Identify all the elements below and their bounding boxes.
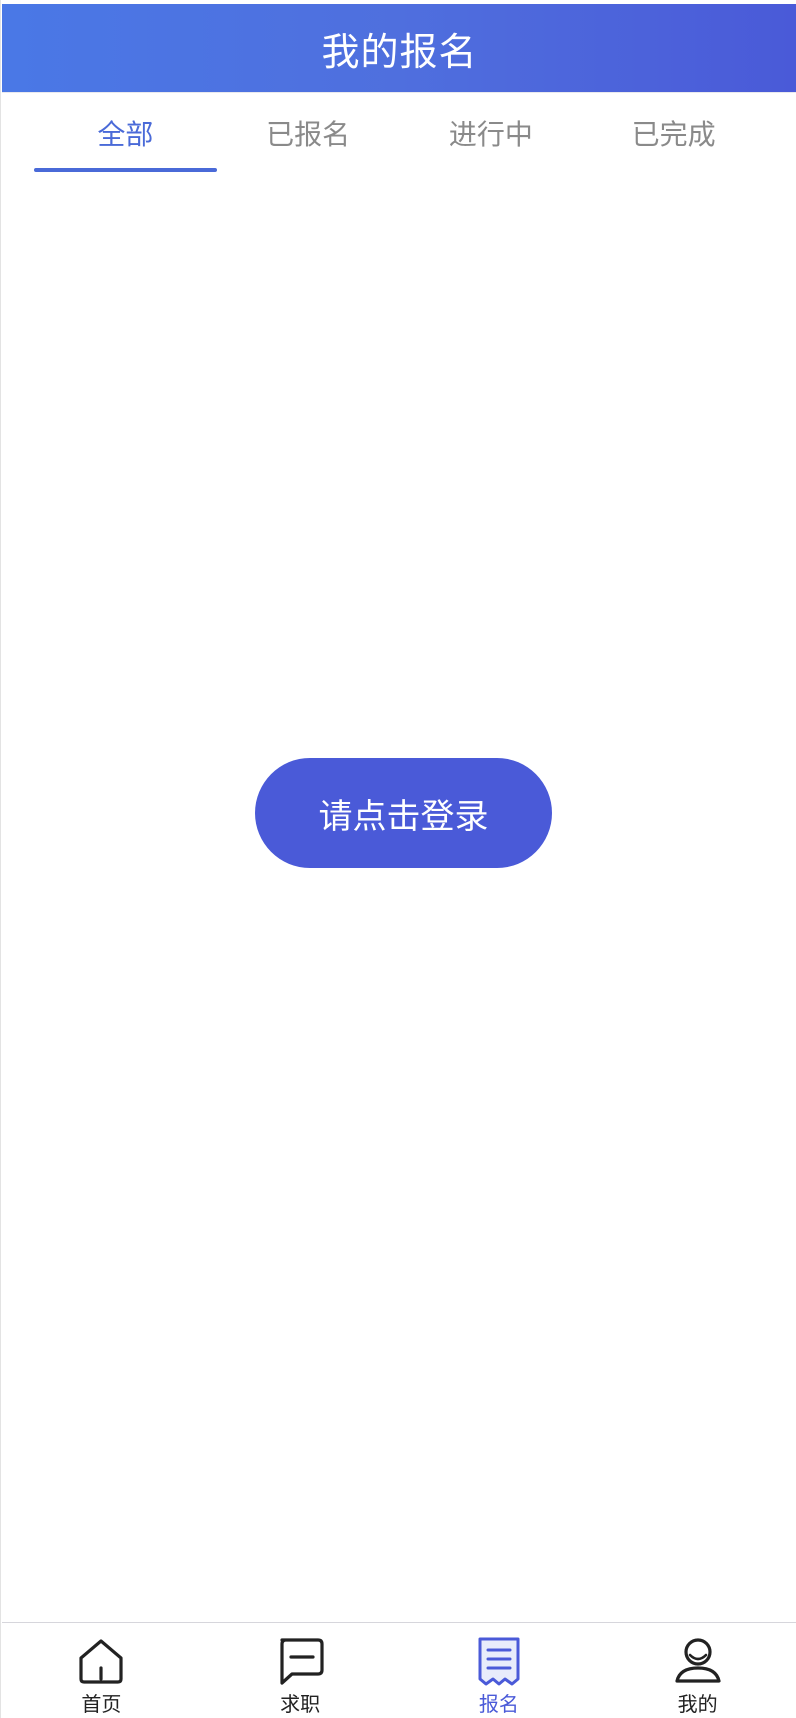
- tabbar-item-home[interactable]: 首页: [2, 1623, 201, 1718]
- tabbar-label-signup: 报名: [478, 1692, 519, 1716]
- status-tabs: 全部 已报名 进行中 已完成: [2, 92, 796, 172]
- page-title: 我的报名: [321, 29, 478, 74]
- app-root: 我的报名 全部 已报名 进行中 已完成 请点击登录 首页 求职 报名 我的: [0, 0, 796, 1718]
- tabbar-label-home: 首页: [81, 1692, 122, 1716]
- bottom-tab-bar: 首页 求职 报名 我的: [2, 1622, 796, 1718]
- tabbar-item-jobs[interactable]: 求职: [201, 1623, 400, 1718]
- tab-completed[interactable]: 已完成: [582, 93, 765, 172]
- home-icon: [79, 1639, 123, 1684]
- tabbar-item-signup[interactable]: 报名: [400, 1623, 599, 1718]
- login-button[interactable]: 请点击登录: [255, 758, 552, 868]
- tab-in-progress[interactable]: 进行中: [400, 93, 583, 172]
- content-area: 请点击登录: [2, 172, 796, 1622]
- header-bar: 我的报名: [2, 4, 796, 92]
- tabbar-label-jobs: 求职: [280, 1692, 321, 1716]
- user-icon: [675, 1638, 721, 1683]
- tabbar-label-mine: 我的: [677, 1692, 718, 1716]
- tabbar-item-mine[interactable]: 我的: [598, 1623, 796, 1718]
- tab-all[interactable]: 全部: [34, 93, 217, 172]
- message-icon: [280, 1638, 324, 1685]
- list-icon: [478, 1637, 520, 1686]
- tab-registered[interactable]: 已报名: [217, 93, 400, 172]
